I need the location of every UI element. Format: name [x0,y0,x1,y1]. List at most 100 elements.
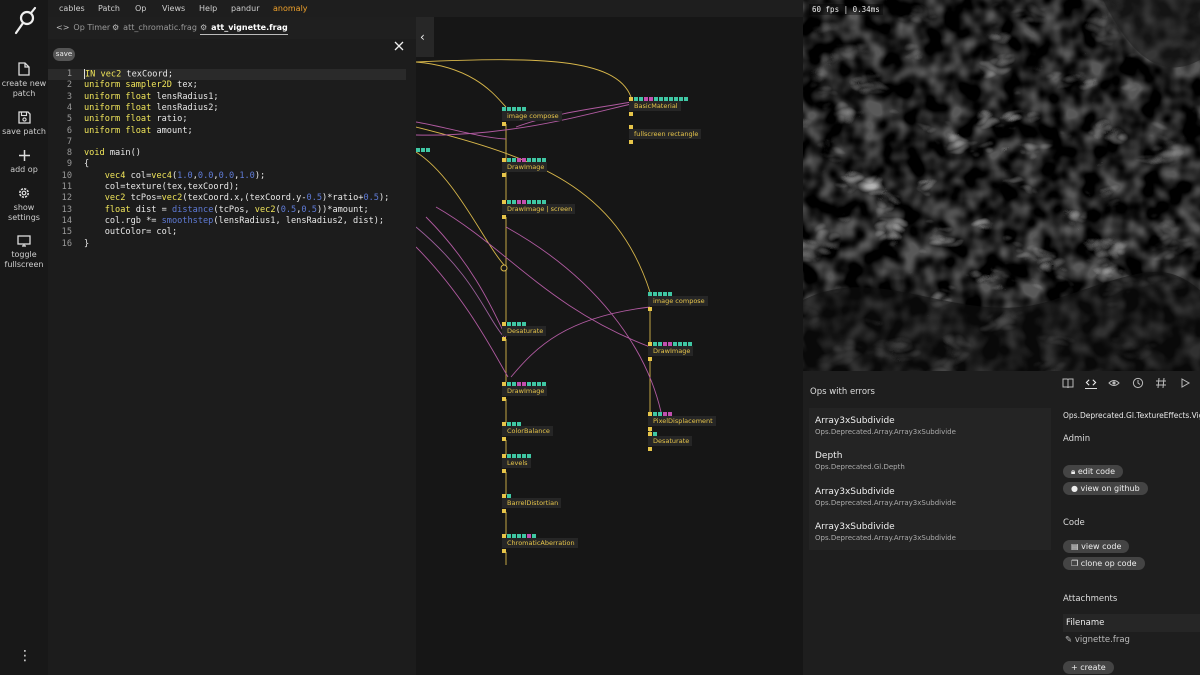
filename-header: Filename [1063,614,1200,632]
book-icon[interactable] [1062,377,1074,389]
op-output-port[interactable] [502,437,506,441]
code-text: void main() [84,148,141,159]
cables-editor-app: create new patch save patch add op show … [0,0,1200,675]
view-on-github-label: view on github [1080,484,1140,493]
offscreen-op-ports [416,148,430,154]
menu-help[interactable]: Help [199,4,217,13]
op-output-port[interactable] [502,509,506,513]
eye-icon[interactable] [1108,377,1120,389]
code-line[interactable]: 5 uniform float ratio; [48,114,416,125]
play-icon[interactable] [1179,377,1191,389]
create-attachment-button[interactable]: + create [1063,661,1114,674]
op-node-label: BarrelDistortian [502,498,562,508]
save-patch-button[interactable]: save patch [0,111,48,137]
op-output-port[interactable] [502,549,506,553]
op-output-port[interactable] [502,469,506,473]
code-line[interactable]: 4 uniform float lensRadius2; [48,103,416,114]
op-output-port[interactable] [502,173,506,177]
error-op-path: Ops.Deprecated.Gl.Depth [815,463,905,471]
op-output-port[interactable] [502,337,506,341]
op-node-label: Desaturate [502,326,547,336]
clone-op-code-button[interactable]: ❐ clone op code [1063,557,1145,570]
tab-att-vignette[interactable]: ⚙ att_vignette.frag [200,23,288,35]
code-line[interactable]: 16} [48,239,416,250]
op-output-port[interactable] [629,140,633,144]
op-node-label: fullscreen rectangle [629,129,702,139]
gear-icon [19,188,29,198]
op-output-port[interactable] [648,447,652,451]
left-sidebar: create new patch save patch add op show … [0,0,48,675]
code-line[interactable]: 15 outColor= col; [48,227,416,238]
code-area[interactable]: 1 IN vec2 texCoord; 2 uniform sampler2D tex… [48,69,416,675]
view-code-button[interactable]: ▤ view code [1063,540,1130,553]
error-op-name: Array3xSubdivide [815,487,895,497]
op-output-port[interactable] [629,112,633,116]
menu-cables[interactable]: cables [59,4,85,13]
code-line[interactable]: 2 uniform sampler2D tex; [48,80,416,91]
code-text: uniform float lensRadius2; [84,102,219,113]
plus-icon: + [1071,663,1078,672]
op-node-label: image compose [648,296,708,306]
code-text: float dist = distance(tcPos, vec2(0.5,0.… [104,204,369,215]
save-code-button[interactable]: save [53,48,75,61]
menu-user[interactable]: pandur [231,4,260,13]
create-new-patch-button[interactable]: create new patch [0,62,48,99]
code-line[interactable]: 8 void main() [48,148,416,159]
toggle-fullscreen-button[interactable]: toggle fullscreen [0,235,48,270]
patch-links [416,59,662,565]
code-icon[interactable] [1085,377,1097,389]
op-info-panel: Ops.Deprecated.Gl.TextureEffects.Vignett… [1055,371,1200,675]
op-output-port[interactable] [502,397,506,401]
add-op-button[interactable]: add op [0,149,48,175]
tab-op-timer[interactable]: <> Op Timer [56,23,110,32]
tab-att-chromatic[interactable]: ⚙ att_chromatic.frag [112,23,197,32]
attachment-file[interactable]: ✎ vignette.frag [1065,635,1130,645]
error-item[interactable]: Array3xSubdivide Ops.Deprecated.Array.Ar… [815,522,956,542]
code-line[interactable]: 1 IN vec2 texCoord; [48,69,406,81]
cables-logo-icon[interactable] [12,6,38,36]
patch-canvas[interactable]: ‹ image compose BasicMaterial fullscreen… [416,17,803,675]
code-line[interactable]: 6 uniform float amount; [48,126,416,137]
save-icon [17,111,31,124]
code-line[interactable]: 13 float dist = distance(tcPos, vec2(0.5… [48,205,416,216]
render-canvas[interactable]: 60 fps | 0.34ms [803,0,1200,371]
code-line[interactable]: 12 vec2 tcPos=vec2(texCoord.x,(texCoord.… [48,193,416,204]
menu-bar: cables Patch Op Views Help pandur anomal… [48,0,803,17]
op-output-port[interactable] [502,122,506,126]
code-line[interactable]: 3 uniform float lensRadius1; [48,92,416,103]
op-output-port[interactable] [648,427,652,431]
code-line[interactable]: 10 vec4 col=vec4(1.0,0.0,0.0,1.0); [48,171,416,182]
menu-views[interactable]: Views [162,4,185,13]
view-on-github-button[interactable]: ● view on github [1063,482,1148,495]
error-op-name: Array3xSubdivide [815,416,895,426]
more-vertical-icon[interactable]: ⋮ [18,648,32,664]
copy-icon: ❐ [1071,559,1079,568]
op-node-label: ChromaticAberration [502,538,578,548]
edit-code-button[interactable]: 🔒︎ edit code [1063,465,1124,478]
show-settings-button[interactable]: show settings [0,186,48,223]
code-line[interactable]: 11 col=texture(tex,texCoord); [48,182,416,193]
error-item[interactable]: Array3xSubdivide Ops.Deprecated.Array.Ar… [815,487,956,507]
code-line[interactable]: 9{ [48,159,416,170]
line-number: 4 [66,102,72,113]
close-icon[interactable] [392,39,406,53]
code-editor-panel: <> Op Timer ⚙ att_chromatic.frag ⚙ att_vign… [48,17,416,675]
clock-icon[interactable] [1132,377,1144,389]
menu-op[interactable]: Op [135,4,146,13]
line-number: 8 [66,148,72,159]
error-item[interactable]: Depth Ops.Deprecated.Gl.Depth [815,451,905,471]
op-output-port[interactable] [648,307,652,311]
gear-icon: ⚙ [112,23,120,32]
code-text: outColor= col; [84,227,178,238]
op-output-port[interactable] [502,215,506,219]
menu-patch[interactable]: Patch [98,4,120,13]
op-output-port[interactable] [648,357,652,361]
hash-icon[interactable] [1155,377,1167,389]
view-code-label: view code [1081,542,1122,551]
menu-patch-name[interactable]: anomaly [273,4,308,13]
code-line[interactable]: 7 [48,137,416,148]
error-item[interactable]: Array3xSubdivide Ops.Deprecated.Array.Ar… [815,416,956,436]
code-line[interactable]: 14 col.rgb *= smoothstep(lensRadius1, le… [48,216,416,227]
line-number: 16 [61,238,72,249]
line-number: 14 [61,215,72,226]
